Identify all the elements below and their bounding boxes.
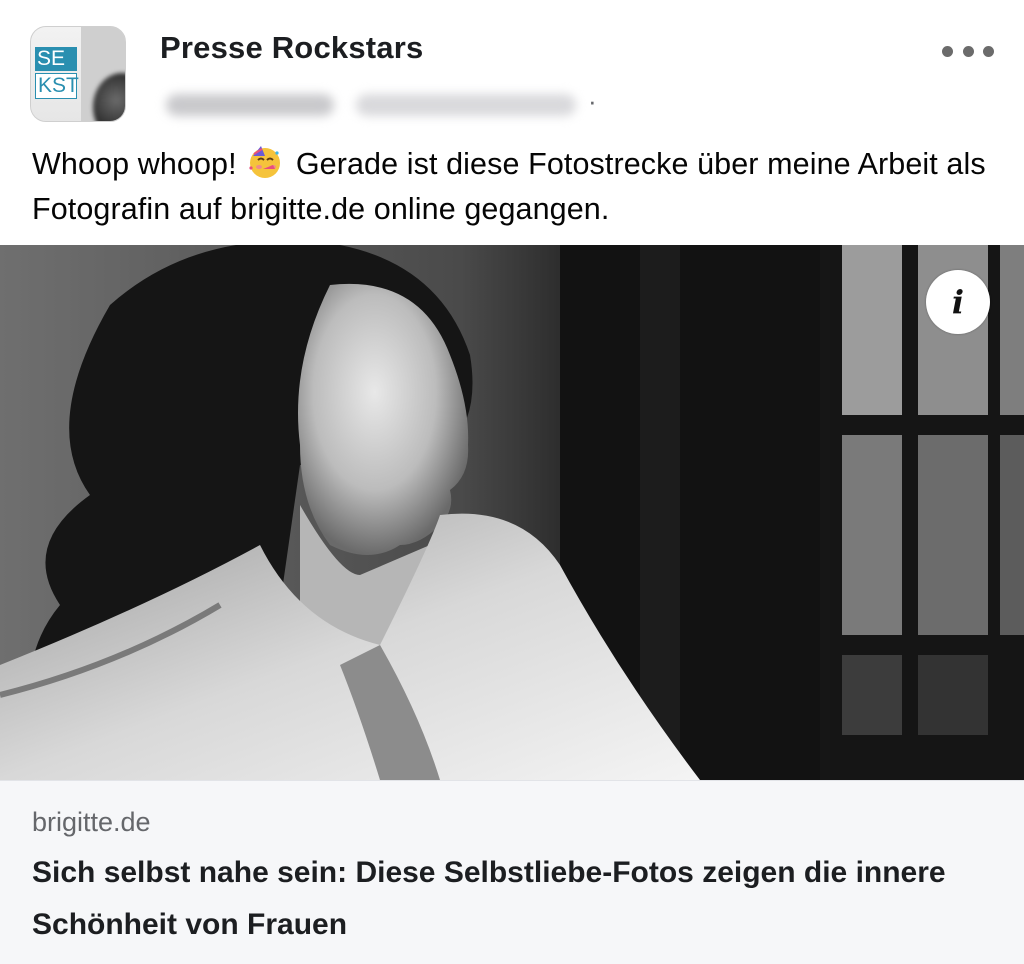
author-meta-blurred: ·: [160, 86, 620, 122]
link-domain: brigitte.de: [32, 807, 151, 837]
group-logo-line-1: SE: [35, 47, 77, 71]
blurred-author-name: [356, 94, 576, 116]
meta-separator-dot: ·: [588, 86, 597, 116]
link-preview-card[interactable]: brigitte.de Sich selbst nahe sein: Diese…: [0, 780, 1024, 964]
blurred-member-badge: [166, 94, 334, 116]
group-logo-text: SE KST: [35, 47, 79, 101]
post-message: Whoop whoop! Gerade ist diese Fotostreck…: [32, 142, 1002, 232]
link-title: Sich selbst nahe sein: Diese Selbstliebe…: [32, 856, 946, 941]
post-text-start: Whoop whoop!: [32, 147, 246, 181]
more-horizontal-icon: [942, 45, 953, 57]
more-options-button[interactable]: [942, 38, 994, 64]
more-horizontal-icon-dot: [983, 45, 994, 57]
info-button[interactable]: i: [926, 270, 990, 334]
post-header: SE KST Presse Rockstars ·: [0, 0, 1024, 140]
group-name[interactable]: Presse Rockstars: [160, 30, 423, 66]
portrait-photo-illustration: [0, 245, 1024, 780]
partying-face-emoji-icon: [249, 146, 281, 178]
group-logo-line-2: KST: [35, 73, 79, 99]
post-photo[interactable]: [0, 245, 1024, 780]
more-horizontal-icon-dot: [962, 45, 974, 57]
info-icon: i: [951, 283, 965, 321]
group-avatar[interactable]: SE KST: [30, 26, 126, 122]
